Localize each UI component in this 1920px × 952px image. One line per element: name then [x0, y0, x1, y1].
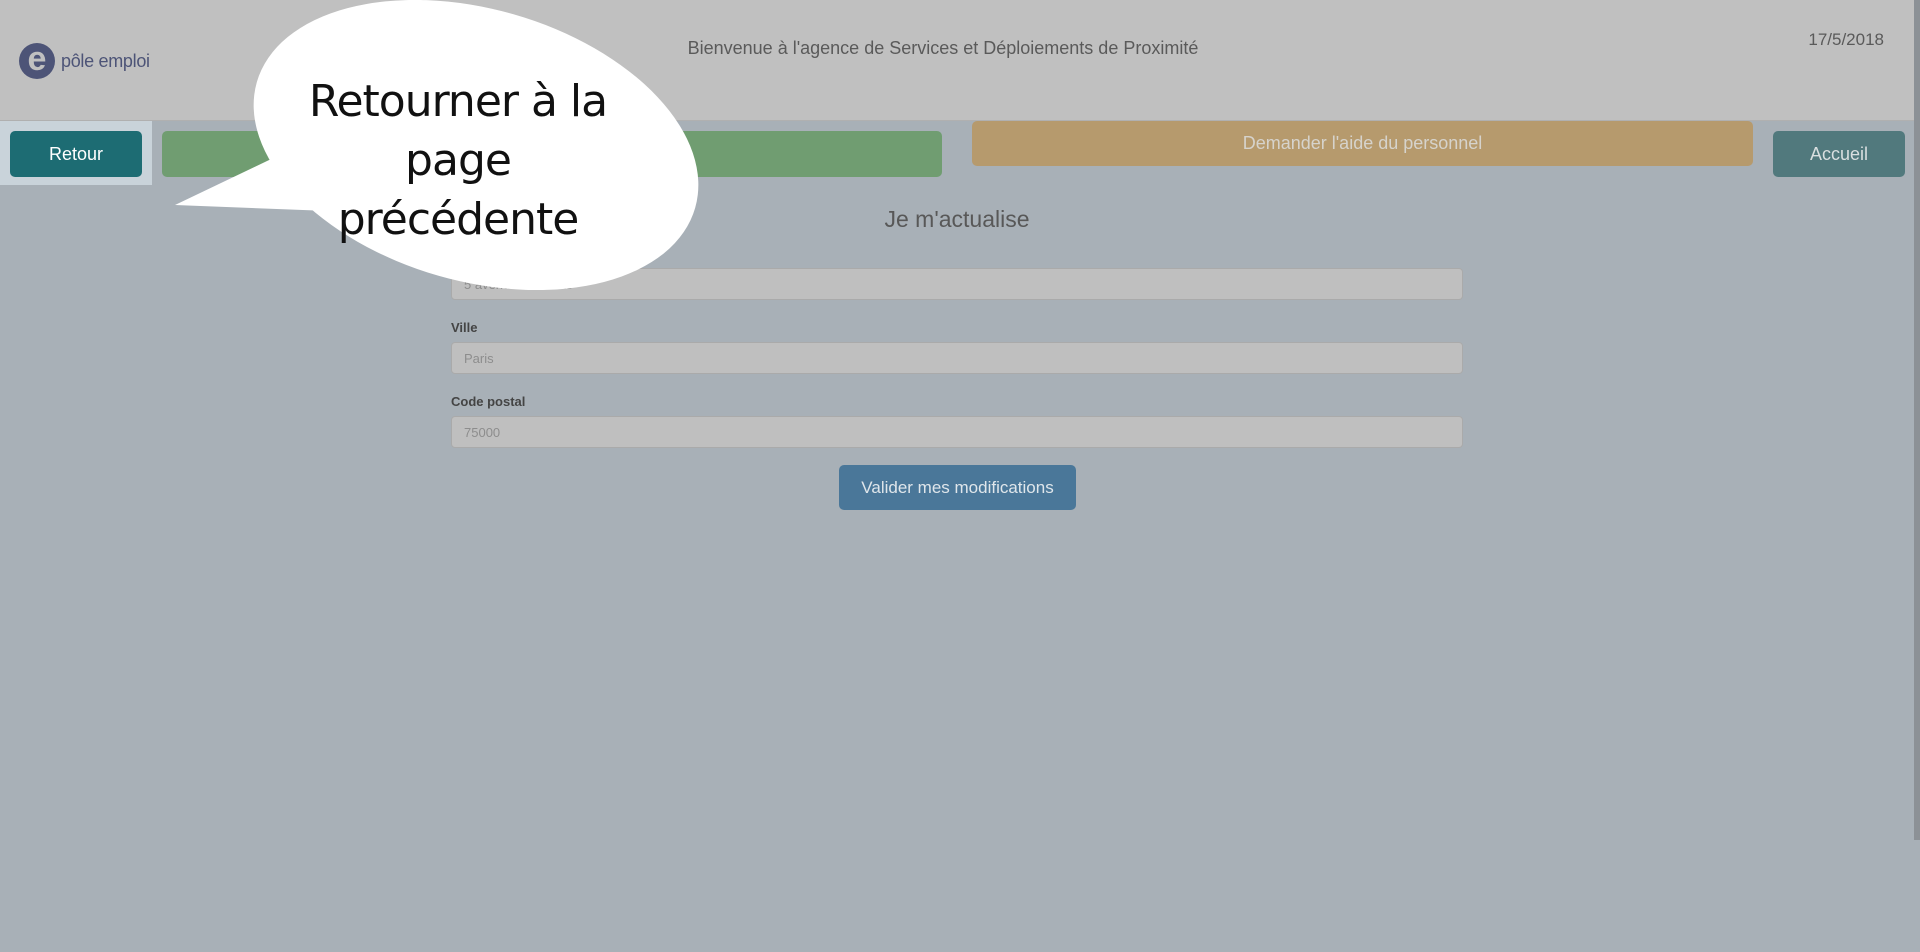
- welcome-message: Bienvenue à l'agence de Services et Dépl…: [687, 38, 1199, 58]
- tooltip-line-1: Retourner à la page: [308, 76, 608, 186]
- ville-label: Ville: [451, 320, 478, 335]
- accueil-button[interactable]: Accueil: [1773, 131, 1905, 177]
- retour-button[interactable]: Retour: [10, 131, 142, 177]
- ville-field[interactable]: Paris: [451, 342, 1463, 374]
- tooltip-line-2: précédente: [337, 194, 580, 245]
- current-date: 17/5/2018: [1808, 30, 1884, 49]
- address-field[interactable]: 5 avenue des Lilas: [451, 268, 1463, 300]
- scrollbar[interactable]: [1914, 0, 1920, 840]
- ville-field-value: Paris: [464, 350, 494, 366]
- address-field-value: 5 avenue des Lilas: [464, 276, 573, 292]
- tooltip-text: Retourner à la page précédente: [258, 72, 658, 249]
- code-postal-label: Code postal: [451, 394, 526, 409]
- help-staff-button[interactable]: Demander l'aide du personnel: [972, 121, 1753, 166]
- code-postal-field[interactable]: 75000: [451, 416, 1463, 448]
- scrollbar-track: [1914, 840, 1920, 952]
- code-postal-field-value: 75000: [464, 424, 501, 440]
- valider-button[interactable]: Valider mes modifications: [839, 465, 1076, 510]
